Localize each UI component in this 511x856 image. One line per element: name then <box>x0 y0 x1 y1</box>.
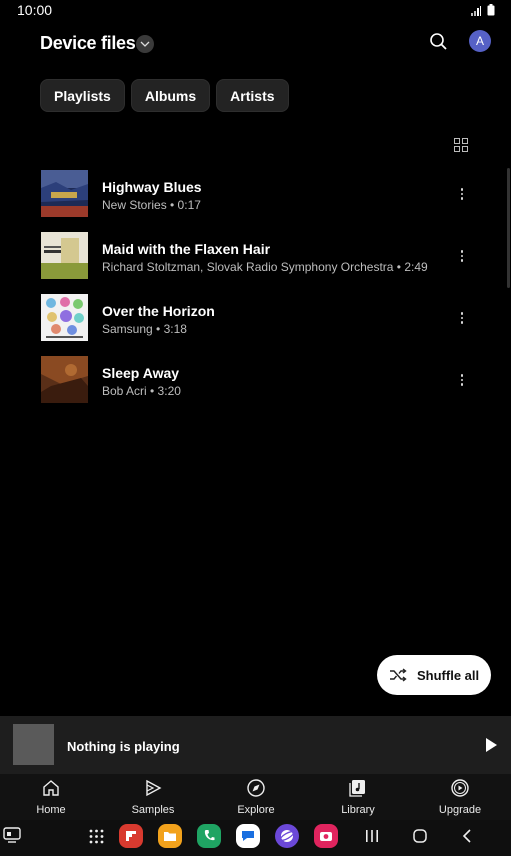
filter-chips: Playlists Albums Artists <box>40 79 289 112</box>
nav-explore[interactable]: Explore <box>216 778 296 816</box>
phone-icon[interactable] <box>197 824 221 848</box>
album-art <box>41 294 88 341</box>
album-art <box>41 232 88 279</box>
source-dropdown-button[interactable] <box>136 35 154 53</box>
chevron-down-icon <box>140 41 150 47</box>
nav-library[interactable]: Library <box>318 778 398 816</box>
track-row[interactable]: Over the Horizon Samsung • 3:18 <box>0 294 511 356</box>
compass-icon <box>247 779 265 797</box>
track-list: Highway Blues New Stories • 0:17 Maid wi… <box>0 170 511 418</box>
track-title: Highway Blues <box>102 179 202 195</box>
recent-apps-icon[interactable] <box>365 829 379 843</box>
more-options-button[interactable] <box>455 249 469 263</box>
track-row[interactable]: Maid with the Flaxen Hair Richard Stoltz… <box>0 232 511 294</box>
track-title: Maid with the Flaxen Hair <box>102 241 271 257</box>
system-taskbar <box>0 820 511 856</box>
status-time: 10:00 <box>17 2 53 18</box>
my-files-icon[interactable] <box>158 824 182 848</box>
messages-icon[interactable] <box>236 824 260 848</box>
battery-icon <box>487 4 495 16</box>
track-subtitle: Bob Acri • 3:20 <box>102 384 181 398</box>
home-button-icon[interactable] <box>412 828 428 844</box>
shuffle-label: Shuffle all <box>417 667 480 683</box>
shuffle-icon <box>390 668 407 682</box>
avatar[interactable]: A <box>469 30 491 52</box>
search-icon <box>430 33 447 50</box>
flipboard-icon[interactable] <box>119 824 143 848</box>
play-button[interactable] <box>484 737 498 753</box>
track-subtitle: Richard Stoltzman, Slovak Radio Symphony… <box>102 260 428 274</box>
track-subtitle: New Stories • 0:17 <box>102 198 201 212</box>
more-options-button[interactable] <box>455 187 469 201</box>
album-art <box>41 356 88 403</box>
mini-player-artwork <box>13 724 54 765</box>
library-icon <box>349 780 365 797</box>
search-button[interactable] <box>428 31 450 53</box>
grid-view-button[interactable] <box>454 138 468 152</box>
status-bar: 10:00 <box>0 0 511 22</box>
grid-icon <box>454 138 468 152</box>
screen-mirror-icon[interactable] <box>3 827 21 843</box>
nav-samples[interactable]: Samples <box>113 778 193 816</box>
nav-label: Home <box>36 804 66 816</box>
track-title: Over the Horizon <box>102 303 215 319</box>
shuffle-all-button[interactable]: Shuffle all <box>377 655 491 695</box>
nav-label: Samples <box>131 804 175 816</box>
chip-artists[interactable]: Artists <box>216 79 289 112</box>
samples-icon <box>146 779 162 797</box>
nav-home[interactable]: Home <box>11 778 91 816</box>
nav-label: Upgrade <box>438 804 482 816</box>
play-icon <box>486 738 497 752</box>
signal-icon <box>471 6 481 16</box>
page-title: Device files <box>40 33 136 53</box>
mini-player[interactable]: Nothing is playing <box>0 716 511 774</box>
back-icon[interactable] <box>461 828 473 844</box>
scrollbar[interactable] <box>507 168 510 288</box>
apps-grid-icon[interactable] <box>89 829 104 844</box>
track-title: Sleep Away <box>102 365 180 381</box>
nav-upgrade[interactable]: Upgrade <box>420 778 500 816</box>
track-subtitle: Samsung • 3:18 <box>102 322 187 336</box>
nav-label: Explore <box>237 804 275 816</box>
bottom-nav: Home Samples Explore Library Upgrade <box>0 774 511 820</box>
internet-icon[interactable] <box>275 824 299 848</box>
chip-albums[interactable]: Albums <box>130 79 211 112</box>
upgrade-icon <box>451 779 469 797</box>
track-row[interactable]: Highway Blues New Stories • 0:17 <box>0 170 511 232</box>
track-row[interactable]: Sleep Away Bob Acri • 3:20 <box>0 356 511 418</box>
camera-icon[interactable] <box>314 824 338 848</box>
nav-label: Library <box>341 804 375 816</box>
album-art <box>41 170 88 217</box>
more-options-button[interactable] <box>455 311 469 325</box>
chip-playlists[interactable]: Playlists <box>40 79 125 112</box>
app-header: Device files A <box>0 28 511 60</box>
more-options-button[interactable] <box>455 373 469 387</box>
mini-player-text: Nothing is playing <box>67 739 180 754</box>
home-icon <box>43 780 59 796</box>
